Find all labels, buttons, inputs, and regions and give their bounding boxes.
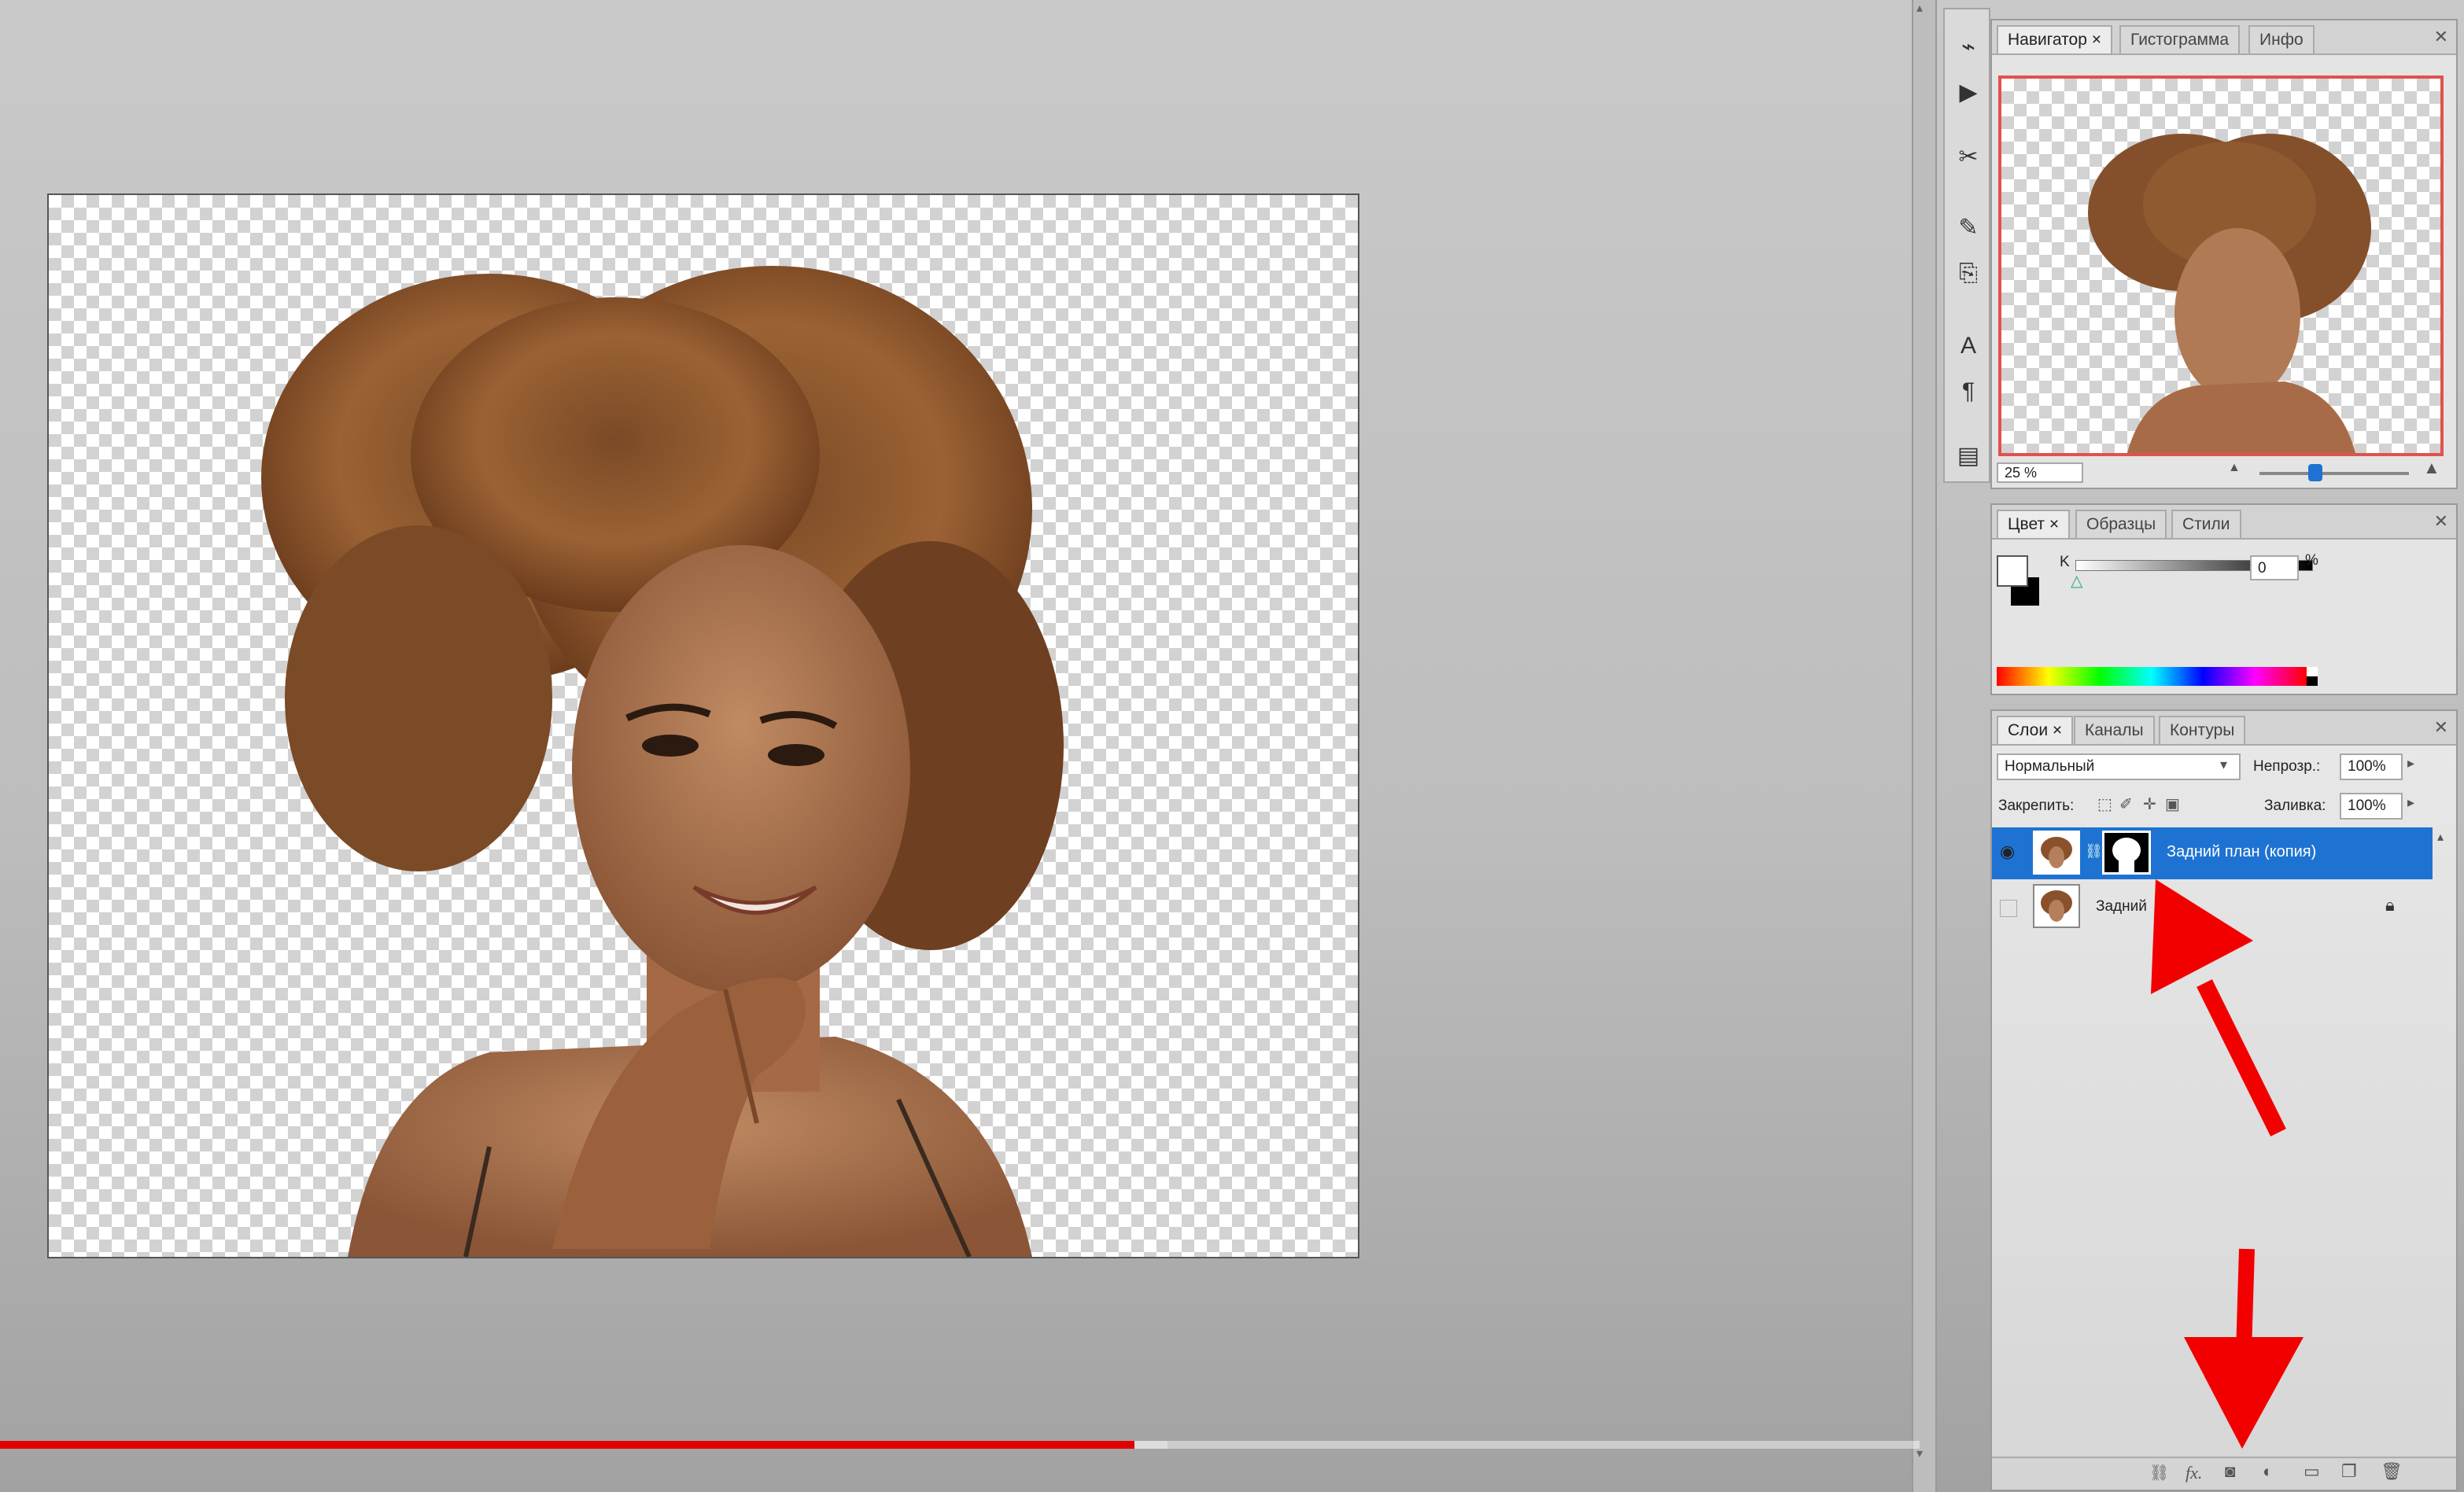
fill-arrow-icon[interactable]: ▸ <box>2407 794 2414 811</box>
zoom-in-icon[interactable]: ▲ <box>2423 458 2440 478</box>
opacity-arrow-icon[interactable]: ▸ <box>2407 755 2414 772</box>
layer-thumbnail <box>2033 831 2080 875</box>
tab-channels[interactable]: Каналы <box>2074 716 2155 744</box>
navigator-thumbnail <box>2088 134 2371 453</box>
actions-icon[interactable]: ▶ <box>1954 79 1983 107</box>
layer-comps-icon[interactable]: ▤ <box>1954 442 1983 470</box>
tab-info[interactable]: Инфо <box>2248 25 2315 53</box>
dock-divider[interactable]: ▴ ▾ <box>1912 0 1937 1492</box>
layer-mask-thumbnail[interactable] <box>2102 831 2151 875</box>
paragraph-icon[interactable]: ¶ <box>1954 378 1983 406</box>
layer-thumbnail <box>2033 884 2080 928</box>
fill-label: Заливка: <box>2264 798 2326 814</box>
layers-scroll-up-icon[interactable]: ▴ <box>2437 829 2444 845</box>
tab-layers[interactable]: Слои × <box>1997 716 2074 744</box>
zoom-slider[interactable] <box>2259 464 2409 481</box>
video-progress-bar[interactable] <box>0 1441 1920 1449</box>
layers-panel: Слои × Каналы Контуры ✕ Нормальный ▾ Неп… <box>1990 709 2458 1491</box>
layer-name[interactable]: Задний <box>2096 898 2147 915</box>
tool-presets-icon[interactable]: ✂ <box>1954 143 1983 171</box>
clone-source-icon[interactable]: ⎘ <box>1954 260 1983 288</box>
tab-navigator[interactable]: Навигатор × <box>1997 25 2112 53</box>
lock-transparency-icon[interactable]: ⬚ <box>2097 794 2112 814</box>
zoom-field[interactable]: 25 % <box>1997 462 2083 483</box>
video-progress-buffered <box>1134 1441 1167 1449</box>
eye-icon[interactable]: ◉ <box>2000 842 2015 862</box>
color-ramp[interactable] <box>1997 667 2307 686</box>
chevron-down-icon[interactable]: ▾ <box>2220 757 2227 773</box>
tab-histogram[interactable]: Гистограмма <box>2119 25 2241 53</box>
document-canvas[interactable] <box>47 193 1359 1258</box>
group-icon[interactable]: ▭ <box>2304 1461 2320 1482</box>
layer-row[interactable]: ◉ ⛓ Задний план (копия) <box>1992 827 2433 879</box>
channel-label: K <box>2060 554 2070 570</box>
opacity-field[interactable]: 100% <box>2340 753 2403 780</box>
eye-icon[interactable] <box>2000 900 2017 917</box>
color-panel: Цвет × Образцы Стили ✕ K △ 0 % <box>1990 503 2458 695</box>
lock-label: Закрепить: <box>1998 798 2075 814</box>
adjustment-layer-icon[interactable]: ◐ <box>2263 1461 2273 1482</box>
layer-row[interactable]: Задний 🔒︎ <box>1992 881 2433 933</box>
brushes-icon[interactable]: ✎ <box>1954 214 1983 242</box>
tab-swatches[interactable]: Образцы <box>2075 510 2167 538</box>
tab-color[interactable]: Цвет × <box>1997 510 2071 538</box>
history-brush-icon[interactable]: ⌁ <box>1954 33 1983 61</box>
k-slider-handle[interactable]: △ <box>2071 571 2082 591</box>
character-icon[interactable]: A <box>1954 332 1983 360</box>
tool-strip: ⌁ ▶ ✂ ✎ ⎘ A ¶ ▤ <box>1943 8 1990 483</box>
black-white-ramp[interactable] <box>2307 667 2318 686</box>
layer-name[interactable]: Задний план (копия) <box>2167 843 2316 861</box>
opacity-label: Непрозр.: <box>2253 758 2321 775</box>
layers-footer: ⛓ fx. ◙ ◐ ▭ ❐ 🗑︎ <box>1992 1457 2456 1490</box>
tab-paths[interactable]: Контуры <box>2159 716 2246 744</box>
fill-field[interactable]: 100% <box>2340 793 2403 820</box>
link-layers-icon[interactable]: ⛓ <box>2149 1463 2169 1483</box>
panel-menu-icon[interactable]: ✕ <box>2434 27 2448 47</box>
new-layer-icon[interactable]: ❐ <box>2341 1461 2357 1482</box>
tab-styles[interactable]: Стили <box>2171 510 2241 538</box>
close-icon[interactable]: ✕ <box>2434 511 2448 532</box>
zoom-out-icon[interactable]: ▲ <box>2228 461 2241 475</box>
video-progress-played <box>0 1441 1134 1449</box>
lock-all-icon[interactable]: ▣ <box>2165 794 2180 814</box>
navigator-panel: Навигатор × Гистограмма Инфо ✕ 25 % ▲ ▲ <box>1990 19 2458 489</box>
percent-label: % <box>2305 552 2318 569</box>
trash-icon[interactable]: 🗑︎ <box>2381 1461 2403 1482</box>
zoom-slider-handle[interactable] <box>2308 464 2322 481</box>
lock-pixels-icon[interactable]: ✐ <box>2119 794 2133 814</box>
blend-mode-select[interactable]: Нормальный <box>1997 753 2241 780</box>
foreground-swatch[interactable] <box>1997 555 2028 587</box>
chain-link-icon[interactable]: ⛓ <box>2085 843 2103 860</box>
k-value-field[interactable]: 0 <box>2250 555 2299 580</box>
lock-position-icon[interactable]: ✛ <box>2143 794 2156 814</box>
close-icon[interactable]: ✕ <box>2434 717 2448 738</box>
navigator-preview[interactable] <box>1998 76 2444 456</box>
portrait-cutout <box>261 266 1064 1257</box>
lock-icon: 🔒︎ <box>2385 895 2395 915</box>
fx-icon[interactable]: fx. <box>2186 1463 2202 1483</box>
scroll-up-icon[interactable]: ▴ <box>1916 0 1923 16</box>
add-mask-icon[interactable]: ◙ <box>2225 1461 2235 1482</box>
